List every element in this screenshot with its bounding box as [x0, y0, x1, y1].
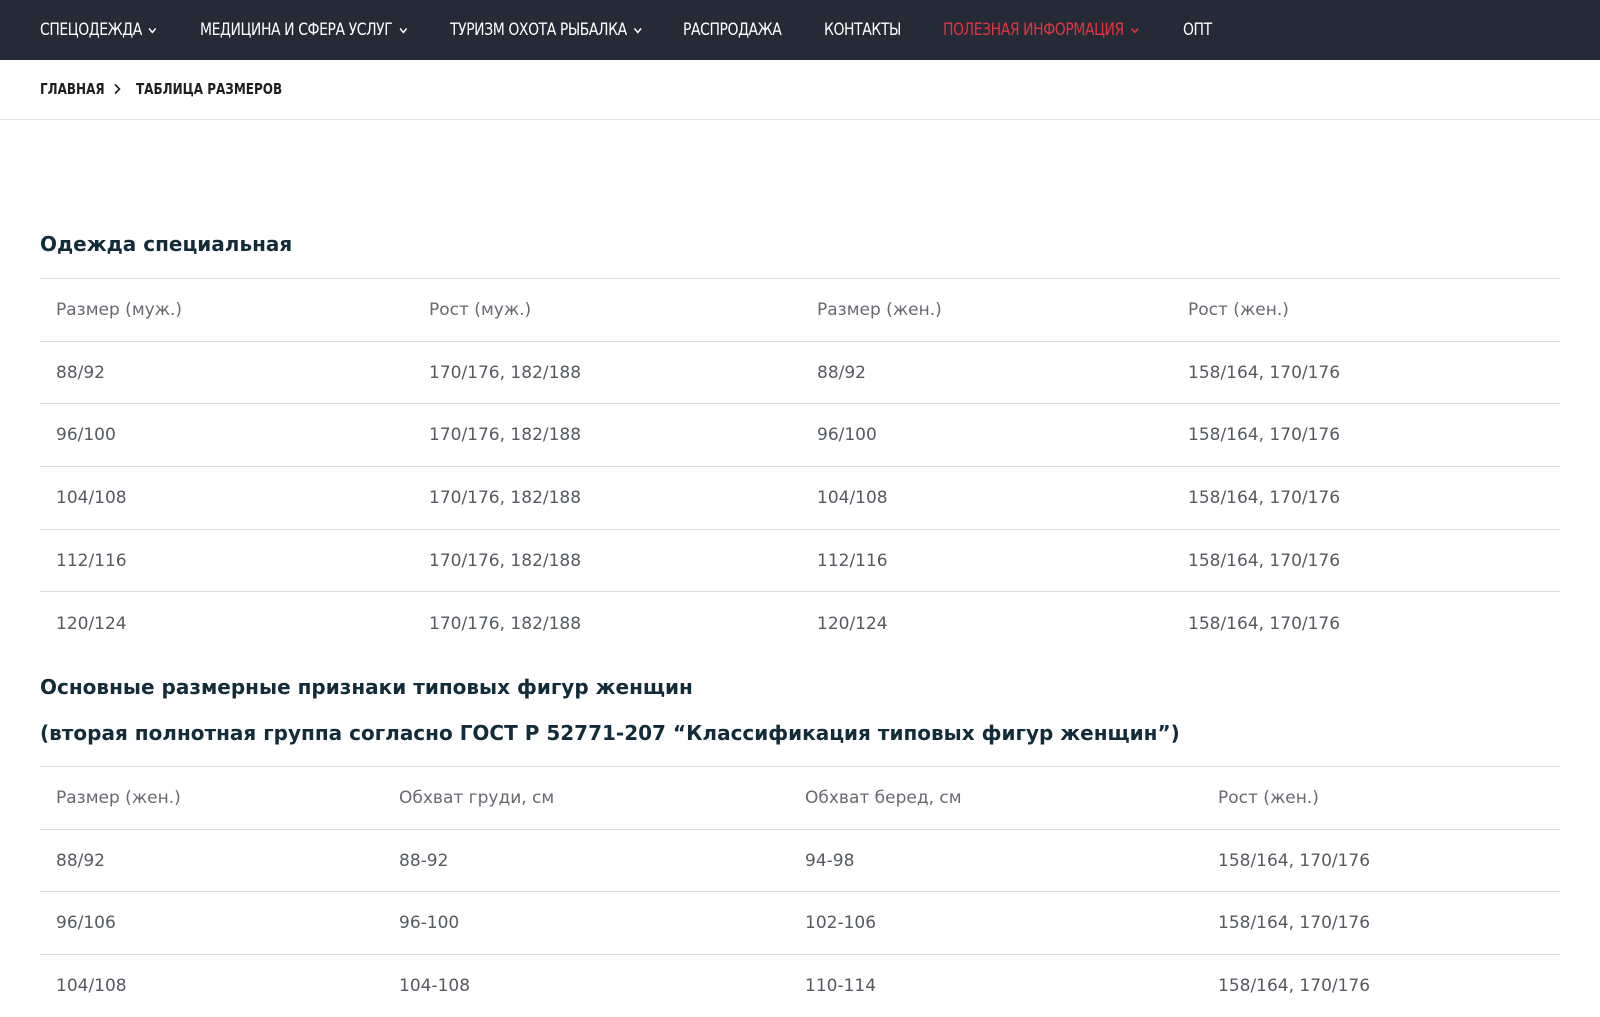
table-cell: 170/176, 182/188: [413, 340, 801, 404]
nav-item-sale[interactable]: РАСПРОДАЖА: [683, 0, 782, 60]
table-cell: 158/164, 170/176: [1202, 828, 1560, 892]
table-cell: 94-98: [789, 828, 1202, 892]
table-cell: 170/176, 182/188: [413, 591, 801, 655]
table-cell: 104-108: [383, 954, 789, 1017]
table-cell: 96/106: [40, 891, 383, 955]
table-cell: 88/92: [40, 828, 383, 892]
table-cell: 170/176, 182/188: [413, 528, 801, 592]
top-navigation: СПЕЦОДЕЖДА МЕДИЦИНА И СФЕРА УСЛУГ ТУРИЗМ…: [0, 0, 1600, 60]
table-row: 96/100 170/176, 182/188 96/100 158/164, …: [40, 403, 1560, 467]
nav-item-workwear[interactable]: СПЕЦОДЕЖДА: [40, 0, 157, 60]
table-cell: 96-100: [383, 891, 789, 955]
nav-item-label: СПЕЦОДЕЖДА: [40, 20, 142, 40]
nav-item-label: МЕДИЦИНА И СФЕРА УСЛУГ: [200, 20, 393, 40]
table-row: 104/108 104-108 110-114 158/164, 170/176: [40, 954, 1560, 1017]
chevron-down-icon: [1130, 26, 1139, 35]
chevron-down-icon: [633, 26, 642, 35]
nav-item-medicine[interactable]: МЕДИЦИНА И СФЕРА УСЛУГ: [200, 0, 407, 60]
table-cell: 158/164, 170/176: [1172, 340, 1560, 404]
breadcrumb: ГЛАВНАЯ ТАБЛИЦА РАЗМЕРОВ: [0, 60, 1600, 120]
size-table-special-clothing: Размер (муж.) Рост (муж.) Размер (жен.) …: [40, 278, 1560, 655]
nav-item-useful-info[interactable]: ПОЛЕЗНАЯ ИНФОРМАЦИЯ: [943, 0, 1139, 60]
column-header: Рост (жен.): [1202, 766, 1560, 830]
table-cell: 96/100: [40, 403, 413, 467]
column-header: Обхват груди, см: [383, 766, 789, 830]
section-title-special-clothing: Одежда специальная: [40, 232, 293, 256]
table-cell: 158/164, 170/176: [1202, 954, 1560, 1017]
table-row: 96/106 96-100 102-106 158/164, 170/176: [40, 891, 1560, 955]
table-row: 88/92 88-92 94-98 158/164, 170/176: [40, 828, 1560, 892]
chevron-down-icon: [148, 26, 157, 35]
chevron-down-icon: [399, 26, 407, 35]
chevron-right-icon: [113, 82, 121, 100]
table-row: 104/108 170/176, 182/188 104/108 158/164…: [40, 466, 1560, 530]
table-cell: 158/164, 170/176: [1172, 403, 1560, 467]
column-header: Размер (жен.): [40, 766, 383, 830]
table-cell: 102-106: [789, 891, 1202, 955]
table-cell: 104/108: [40, 954, 383, 1017]
size-table-women-figures: Размер (жен.) Обхват груди, см Обхват бе…: [40, 766, 1560, 1017]
table-cell: 104/108: [40, 466, 413, 530]
column-header: Рост (муж.): [413, 278, 801, 342]
table-cell: 158/164, 170/176: [1202, 891, 1560, 955]
nav-item-tourism[interactable]: ТУРИЗМ ОХОТА РЫБАЛКА: [450, 0, 642, 60]
breadcrumb-current: ТАБЛИЦА РАЗМЕРОВ: [136, 80, 283, 98]
table-cell: 88/92: [801, 340, 1172, 404]
table-cell: 112/116: [801, 528, 1172, 592]
table-header-row: Размер (муж.) Рост (муж.) Размер (жен.) …: [40, 278, 1560, 342]
column-header: Размер (жен.): [801, 278, 1172, 342]
nav-item-label: КОНТАКТЫ: [824, 20, 901, 40]
table-cell: 120/124: [801, 591, 1172, 655]
table-cell: 170/176, 182/188: [413, 403, 801, 467]
section-title-women-figures: Основные размерные признаки типовых фигу…: [40, 675, 693, 699]
table-cell: 158/164, 170/176: [1172, 466, 1560, 530]
nav-item-label: ТУРИЗМ ОХОТА РЫБАЛКА: [450, 20, 627, 40]
table-row: 88/92 170/176, 182/188 88/92 158/164, 17…: [40, 340, 1560, 404]
nav-item-contacts[interactable]: КОНТАКТЫ: [824, 0, 901, 60]
breadcrumb-home-link[interactable]: ГЛАВНАЯ: [40, 80, 105, 98]
table-cell: 96/100: [801, 403, 1172, 467]
column-header: Рост (жен.): [1172, 278, 1560, 342]
table-cell: 110-114: [789, 954, 1202, 1017]
table-cell: 158/164, 170/176: [1172, 528, 1560, 592]
nav-item-wholesale[interactable]: ОПТ: [1183, 0, 1212, 60]
table-cell: 112/116: [40, 528, 413, 592]
column-header: Обхват беред, см: [789, 766, 1202, 830]
nav-item-label: РАСПРОДАЖА: [683, 20, 782, 40]
column-header: Размер (муж.): [40, 278, 413, 342]
table-cell: 88-92: [383, 828, 789, 892]
section-subtitle-gost: (вторая полнотная группа согласно ГОСТ Р…: [40, 721, 1180, 745]
nav-item-label: ОПТ: [1183, 20, 1212, 40]
table-cell: 158/164, 170/176: [1172, 591, 1560, 655]
table-cell: 104/108: [801, 466, 1172, 530]
table-cell: 120/124: [40, 591, 413, 655]
table-row: 120/124 170/176, 182/188 120/124 158/164…: [40, 591, 1560, 655]
table-cell: 170/176, 182/188: [413, 466, 801, 530]
table-header-row: Размер (жен.) Обхват груди, см Обхват бе…: [40, 766, 1560, 830]
table-cell: 88/92: [40, 340, 413, 404]
nav-item-label: ПОЛЕЗНАЯ ИНФОРМАЦИЯ: [943, 20, 1124, 40]
table-row: 112/116 170/176, 182/188 112/116 158/164…: [40, 528, 1560, 592]
